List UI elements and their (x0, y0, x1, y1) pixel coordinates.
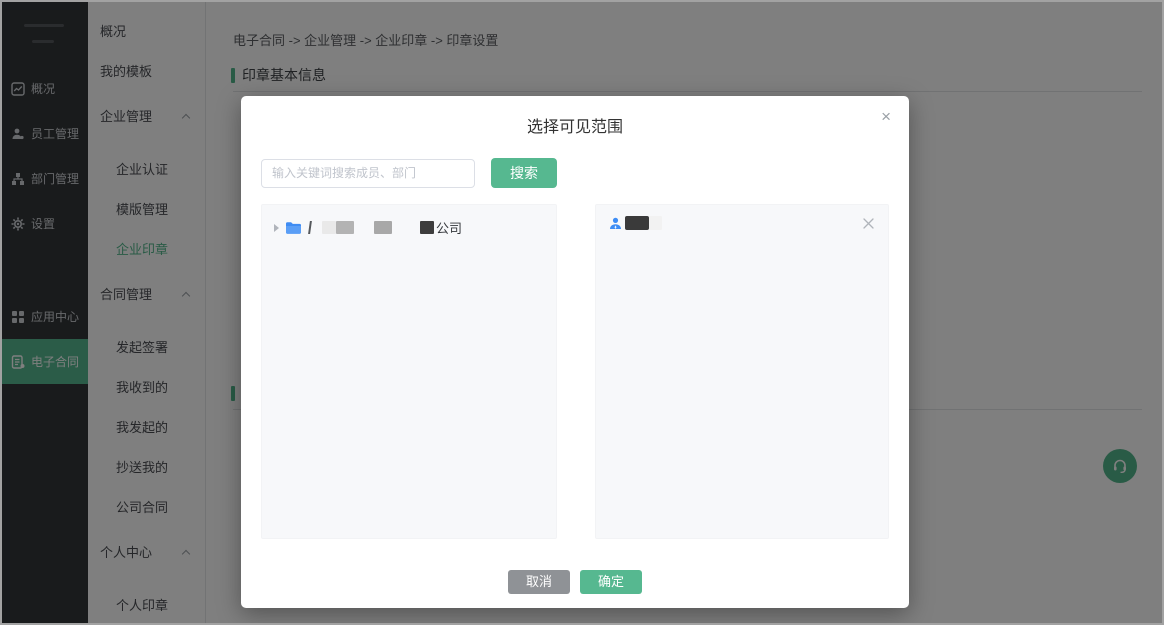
tree-expand-arrow-icon[interactable] (274, 224, 279, 232)
search-row: 搜索 (261, 158, 557, 188)
redacted-company-name-block (336, 221, 354, 234)
department-tree-panel: 公司 (261, 204, 557, 539)
selected-members-panel (595, 204, 889, 539)
redacted-company-name-fragment (308, 221, 312, 234)
redacted-company-name-block (322, 221, 336, 234)
folder-icon (285, 221, 302, 235)
person-icon (609, 217, 622, 230)
company-suffix-label: 公司 (436, 218, 462, 237)
confirm-button[interactable]: 确定 (580, 570, 642, 594)
select-visible-range-dialog: 选择可见范围 × 搜索 公司 (241, 96, 909, 608)
dialog-footer: 取消 确定 (241, 570, 909, 594)
app-window: 概况 员工管理 部门管理 设置 应用中心 电子合同 (0, 0, 1164, 625)
redacted-member-name-block (625, 216, 649, 230)
remove-member-icon[interactable] (862, 217, 875, 230)
dialog-title: 选择可见范围 (241, 96, 909, 137)
selected-member-row (596, 205, 888, 241)
cancel-button[interactable]: 取消 (508, 570, 570, 594)
close-icon[interactable]: × (881, 108, 891, 125)
search-button[interactable]: 搜索 (491, 158, 557, 188)
redacted-member-name-block (649, 216, 662, 230)
redacted-company-name-block (420, 221, 434, 234)
search-input[interactable] (261, 159, 475, 188)
tree-node-company[interactable]: 公司 (262, 205, 556, 250)
redacted-company-name-block (374, 221, 392, 234)
